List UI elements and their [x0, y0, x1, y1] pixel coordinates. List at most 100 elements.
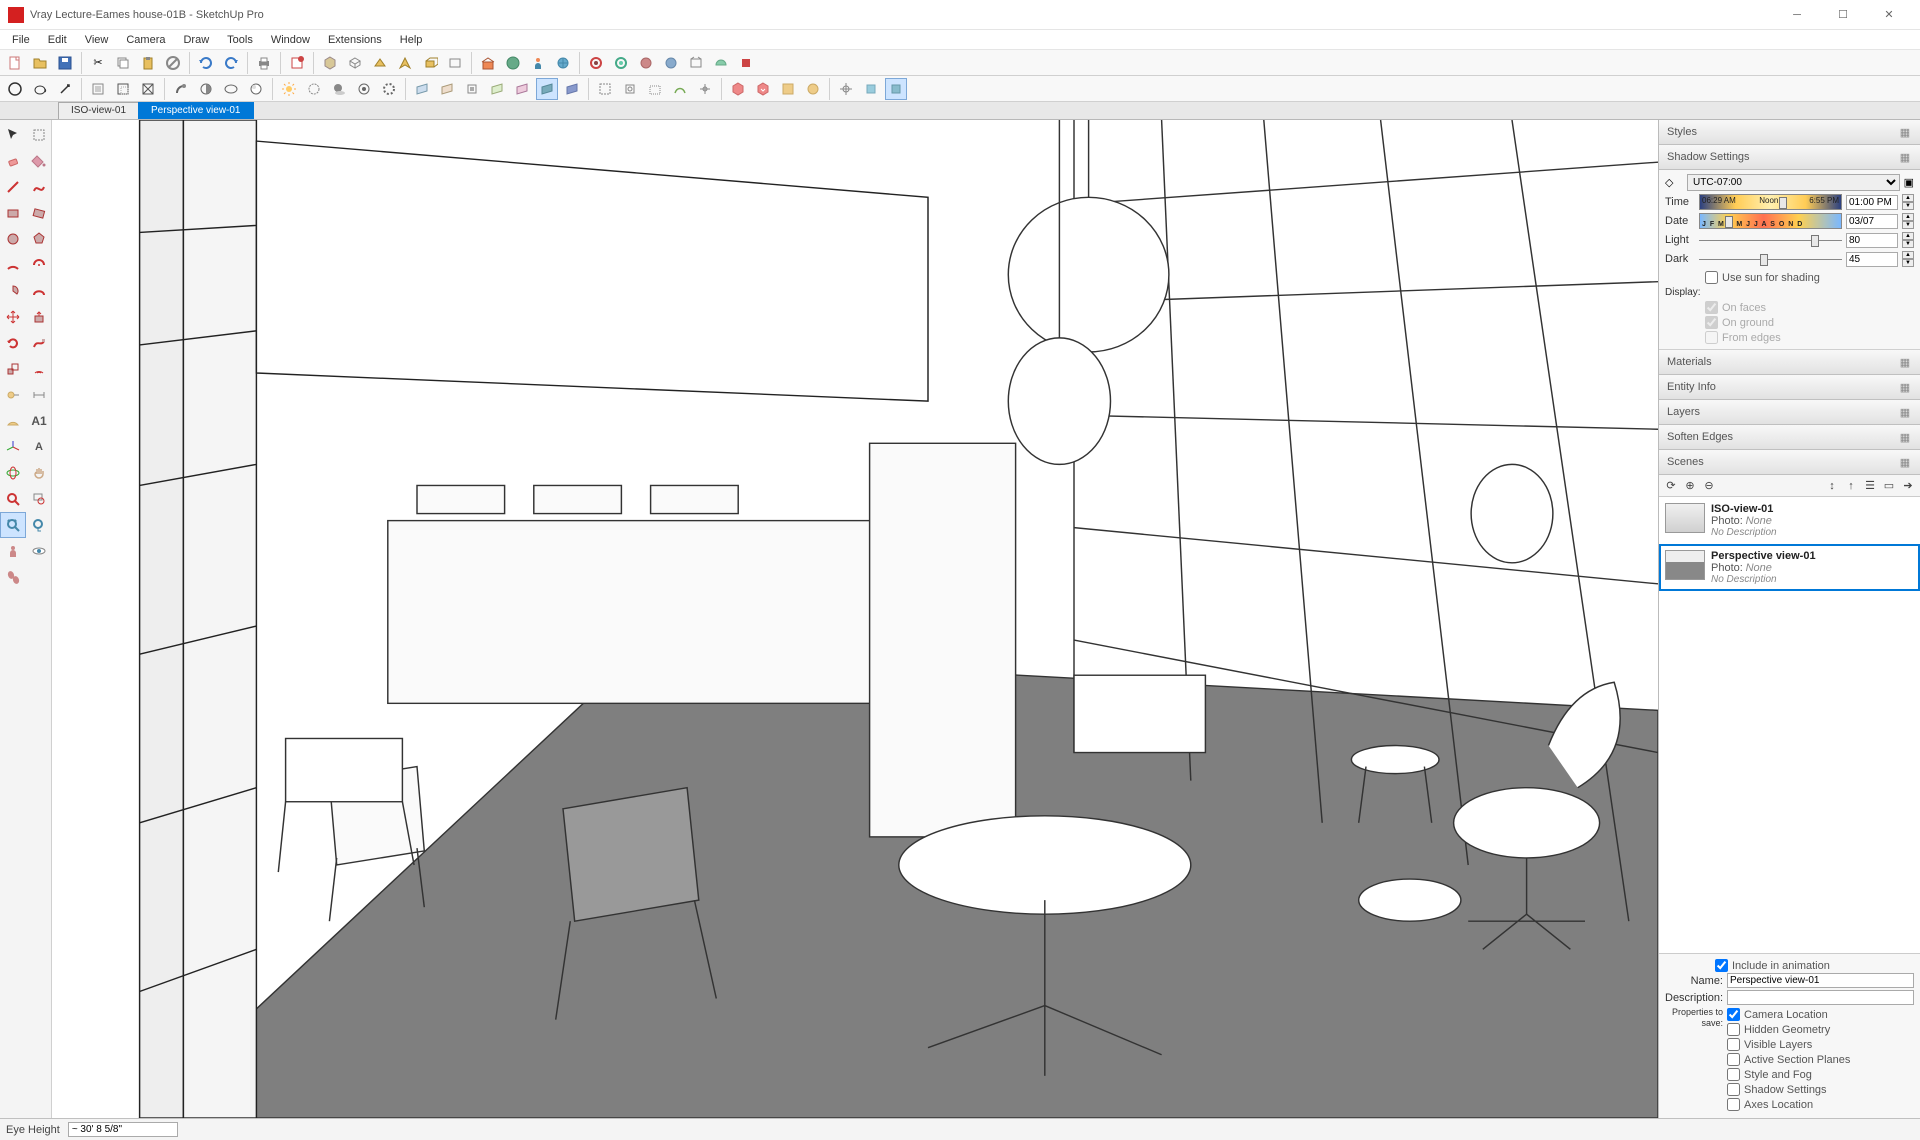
- undo-icon[interactable]: [195, 52, 217, 74]
- extension-warehouse-icon[interactable]: [502, 52, 524, 74]
- maximize-button[interactable]: ☐: [1820, 0, 1866, 30]
- circle-icon[interactable]: [0, 226, 26, 252]
- zoom-window-icon[interactable]: [26, 486, 52, 512]
- arc-icon[interactable]: [0, 252, 26, 278]
- menu-view[interactable]: View: [77, 32, 117, 48]
- rotate-icon[interactable]: [0, 330, 26, 356]
- menu-help[interactable]: Help: [392, 32, 431, 48]
- include-animation-checkbox[interactable]: [1715, 959, 1728, 972]
- vray-render-icon[interactable]: [585, 52, 607, 74]
- front-view-icon[interactable]: [394, 52, 416, 74]
- minimize-button[interactable]: ─: [1774, 0, 1820, 30]
- vray-frame-icon[interactable]: [685, 52, 707, 74]
- vray-teapot-icon[interactable]: [29, 78, 51, 100]
- scene-item[interactable]: ISO-view-01 Photo: None No Description: [1659, 497, 1920, 544]
- time-up[interactable]: ▲: [1902, 194, 1914, 202]
- light-input[interactable]: [1846, 233, 1898, 248]
- light-up[interactable]: ▲: [1902, 232, 1914, 240]
- pie-icon[interactable]: [0, 278, 26, 304]
- select-tool-icon[interactable]: [0, 122, 26, 148]
- dark-slider[interactable]: [1699, 252, 1842, 266]
- light-slider[interactable]: [1699, 233, 1842, 247]
- scene-detail-icon[interactable]: ➔: [1900, 478, 1916, 494]
- hidden-line-icon[interactable]: [170, 78, 192, 100]
- ies-light-icon[interactable]: [486, 78, 508, 100]
- profiles-icon[interactable]: [378, 78, 400, 100]
- scene-item[interactable]: Perspective view-01 Photo: None No Descr…: [1659, 544, 1920, 591]
- panel-toggle-icon[interactable]: ▦: [1898, 456, 1912, 469]
- monochrome-icon[interactable]: [245, 78, 267, 100]
- shadows-icon[interactable]: [328, 78, 350, 100]
- dark-input[interactable]: [1846, 252, 1898, 267]
- axis-y-icon[interactable]: [860, 78, 882, 100]
- batch-render-icon[interactable]: [777, 78, 799, 100]
- spot-light-icon[interactable]: [461, 78, 483, 100]
- paint-bucket-icon[interactable]: [26, 148, 52, 174]
- follow-me-icon[interactable]: [26, 330, 52, 356]
- pushpull-icon[interactable]: [26, 304, 52, 330]
- panel-toggle-icon[interactable]: ▦: [1898, 126, 1912, 139]
- freehand-icon[interactable]: [26, 174, 52, 200]
- prop-shadow-checkbox[interactable]: [1727, 1083, 1740, 1096]
- dark-down[interactable]: ▼: [1902, 259, 1914, 267]
- materials-panel-header[interactable]: Materials▦: [1659, 350, 1920, 375]
- prop-axes-checkbox[interactable]: [1727, 1098, 1740, 1111]
- mesh-light-icon[interactable]: [536, 78, 558, 100]
- fur-icon[interactable]: [619, 78, 641, 100]
- shaded-textures-icon[interactable]: [220, 78, 242, 100]
- axes-icon[interactable]: [0, 434, 26, 460]
- move-icon[interactable]: [0, 304, 26, 330]
- vray-rt-icon[interactable]: [610, 52, 632, 74]
- fog-icon[interactable]: [303, 78, 325, 100]
- entity-info-panel-header[interactable]: Entity Info▦: [1659, 375, 1920, 400]
- look-around-icon[interactable]: [26, 538, 52, 564]
- right-view-icon[interactable]: [419, 52, 441, 74]
- time-input[interactable]: [1846, 195, 1898, 210]
- eraser-icon[interactable]: [0, 148, 26, 174]
- vray-tool-icon[interactable]: [54, 78, 76, 100]
- shadow-panel-header[interactable]: Shadow Settings▦: [1659, 145, 1920, 170]
- use-sun-checkbox[interactable]: [1705, 271, 1718, 284]
- save-icon[interactable]: [54, 52, 76, 74]
- open-file-icon[interactable]: [29, 52, 51, 74]
- menu-extensions[interactable]: Extensions: [320, 32, 390, 48]
- previous-icon[interactable]: [26, 512, 52, 538]
- paste-icon[interactable]: [137, 52, 159, 74]
- panel-toggle-icon[interactable]: ▦: [1898, 151, 1912, 164]
- scene-desc-input[interactable]: [1727, 990, 1914, 1005]
- proxy-icon[interactable]: [594, 78, 616, 100]
- vray-sphere-icon[interactable]: [4, 78, 26, 100]
- date-down[interactable]: ▼: [1902, 221, 1914, 229]
- scale-icon[interactable]: [0, 356, 26, 382]
- time-slider[interactable]: 06:29 AM Noon 6:55 PM: [1699, 194, 1842, 210]
- top-view-icon[interactable]: [369, 52, 391, 74]
- scene-name-input[interactable]: [1727, 973, 1914, 988]
- polygon-icon[interactable]: [26, 226, 52, 252]
- new-file-icon[interactable]: [4, 52, 26, 74]
- position-camera-icon[interactable]: [0, 538, 26, 564]
- 3d-text-icon[interactable]: A: [26, 434, 52, 460]
- delete-icon[interactable]: [162, 52, 184, 74]
- panel-toggle-icon[interactable]: ▦: [1898, 381, 1912, 394]
- prop-hidden-checkbox[interactable]: [1727, 1023, 1740, 1036]
- dark-up[interactable]: ▲: [1902, 251, 1914, 259]
- styles-panel-header[interactable]: Styles▦: [1659, 120, 1920, 145]
- wireframe-icon[interactable]: [137, 78, 159, 100]
- light-down[interactable]: ▼: [1902, 240, 1914, 248]
- vray-dome-icon[interactable]: [710, 52, 732, 74]
- panel-toggle-icon[interactable]: ▦: [1898, 431, 1912, 444]
- scene-remove-icon[interactable]: ⊖: [1701, 478, 1717, 494]
- pan-icon[interactable]: [26, 460, 52, 486]
- scene-menu-icon[interactable]: ▭: [1881, 478, 1897, 494]
- close-button[interactable]: ✕: [1866, 0, 1912, 30]
- omni-light-icon[interactable]: [436, 78, 458, 100]
- vrmesh-import-icon[interactable]: [752, 78, 774, 100]
- shadow-info-icon[interactable]: ▣: [1904, 176, 1914, 189]
- menu-draw[interactable]: Draw: [175, 32, 217, 48]
- prop-style-checkbox[interactable]: [1727, 1068, 1740, 1081]
- clipper-icon[interactable]: [669, 78, 691, 100]
- back-edges-icon[interactable]: [112, 78, 134, 100]
- date-slider[interactable]: J F M A M J J A S O N D: [1699, 213, 1842, 229]
- viewport[interactable]: [52, 120, 1658, 1118]
- text-icon[interactable]: A1: [26, 408, 52, 434]
